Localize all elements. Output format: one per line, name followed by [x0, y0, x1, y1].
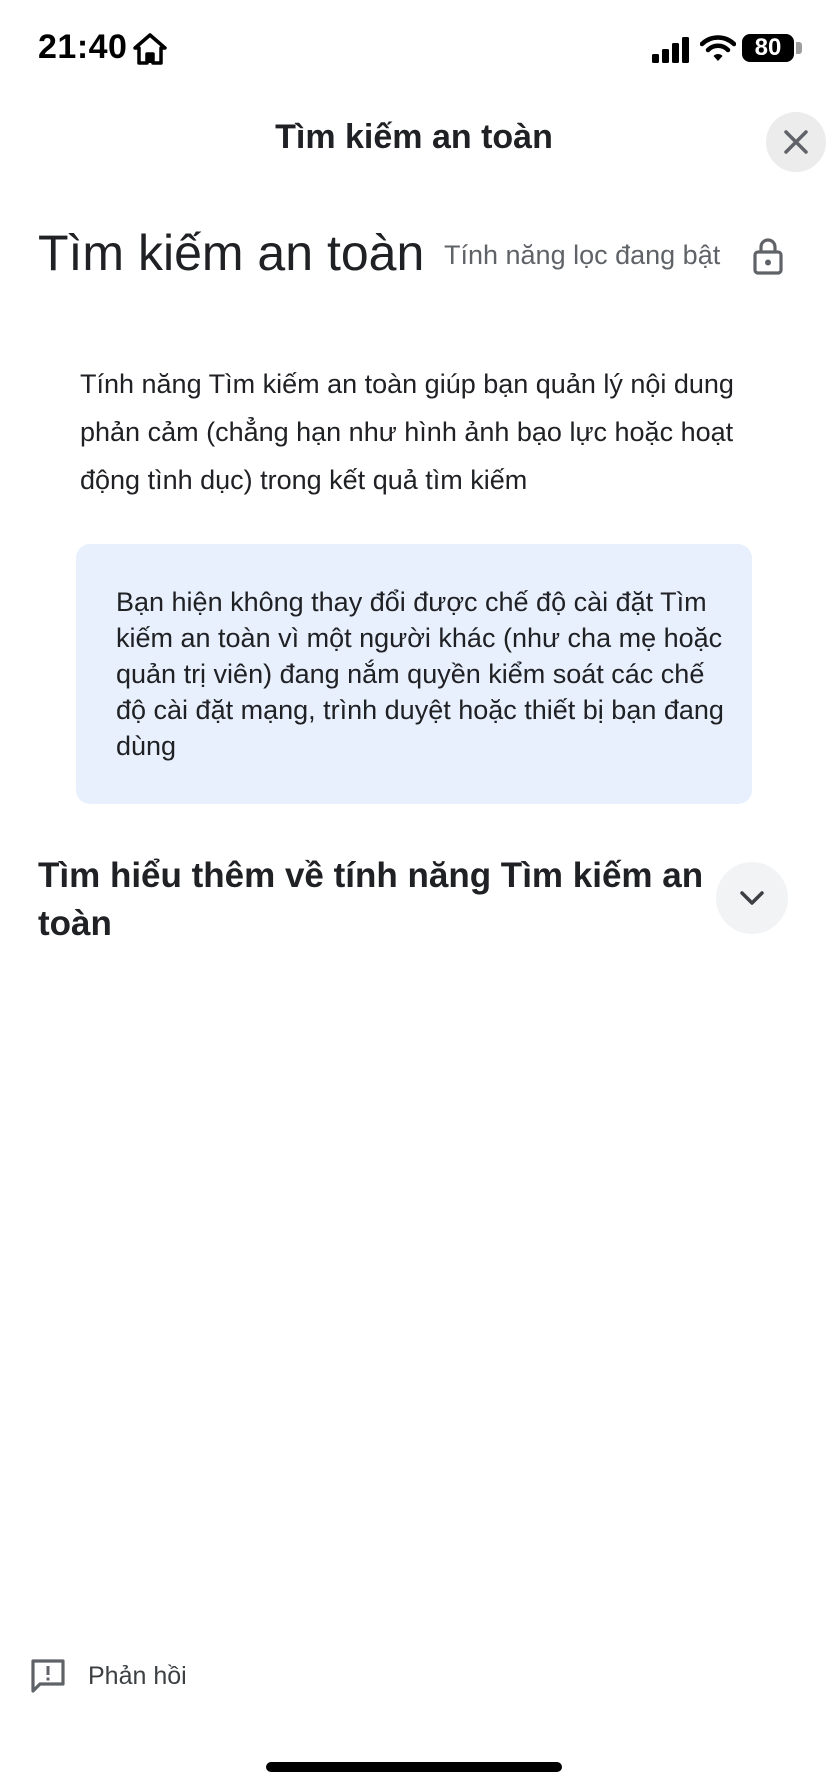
notice-text: Bạn hiện không thay đổi được chế độ cài … — [116, 587, 724, 761]
expand-button[interactable] — [716, 862, 788, 934]
battery-icon: 80 — [742, 34, 794, 62]
feedback-label: Phản hồi — [88, 1662, 187, 1690]
battery-cap — [796, 42, 802, 54]
status-time: 21:40 — [38, 28, 128, 66]
home-icon — [133, 33, 167, 65]
wifi-icon — [700, 35, 736, 61]
close-icon — [784, 130, 808, 154]
home-indicator[interactable] — [266, 1762, 562, 1772]
page-title: Tìm kiếm an toàn — [38, 225, 425, 281]
notice-box: Bạn hiện không thay đổi được chế độ cài … — [76, 544, 752, 804]
status-bar: 21:40 80 — [0, 0, 828, 100]
filter-status-label: Tính năng lọc đang bật — [444, 240, 721, 270]
chevron-down-icon — [740, 891, 764, 905]
description-text: Tính năng Tìm kiếm an toàn giúp bạn quản… — [80, 369, 734, 495]
close-button[interactable] — [766, 112, 826, 172]
learn-more-title[interactable]: Tìm hiểu thêm về tính năng Tìm kiếm an t… — [38, 852, 718, 948]
lock-icon — [753, 238, 783, 275]
signal-icon — [652, 37, 689, 63]
sheet-title: Tìm kiếm an toàn — [275, 118, 553, 156]
feedback-icon — [31, 1659, 65, 1693]
